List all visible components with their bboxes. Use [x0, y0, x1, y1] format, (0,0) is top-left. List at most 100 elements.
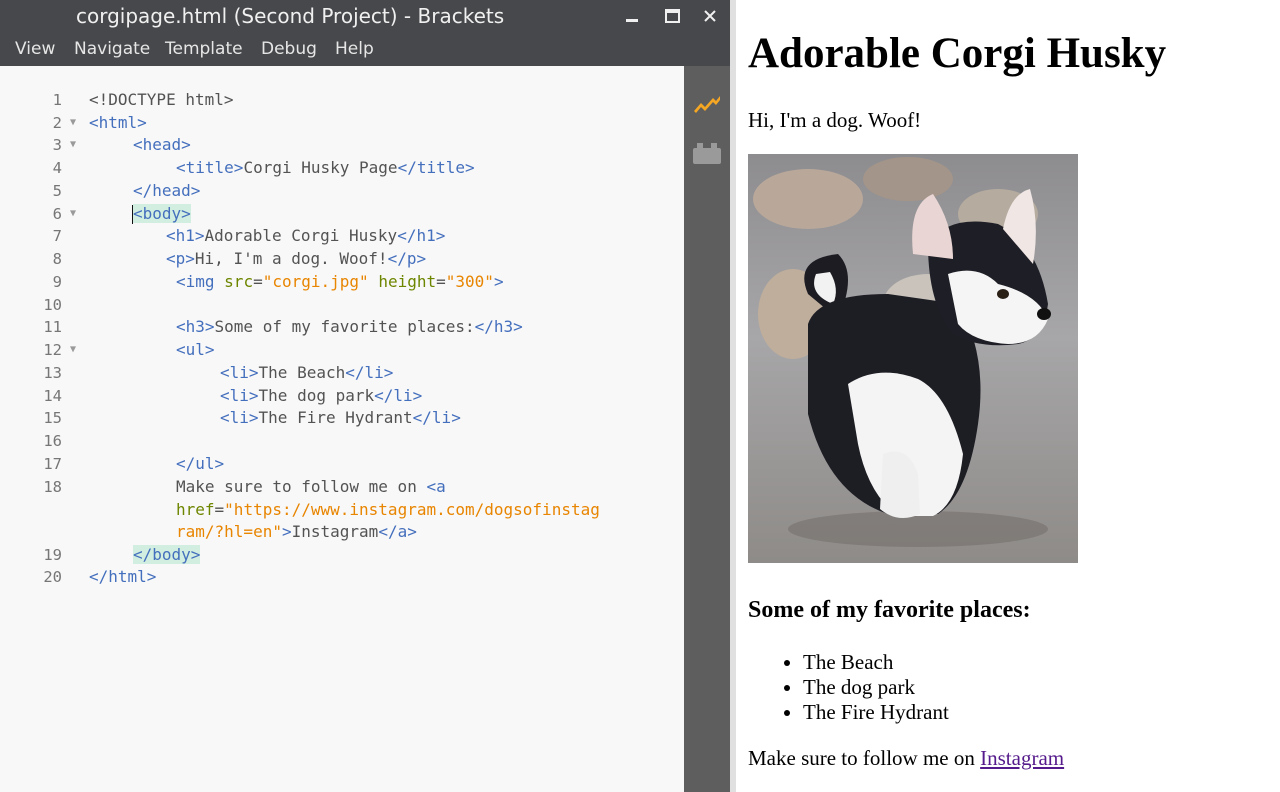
minimize-icon [626, 19, 638, 22]
code-text: Some of my favorite places: [214, 317, 475, 336]
doctype: <!DOCTYPE html> [89, 90, 234, 109]
code-tag: </h3> [474, 317, 523, 336]
close-button[interactable] [698, 4, 722, 28]
code-tag: </li> [412, 408, 461, 427]
line-number: 12 [43, 341, 62, 359]
line-number: 2 [52, 114, 62, 132]
line-number: 6 [52, 205, 62, 223]
line-number: 11 [43, 318, 62, 336]
menu-bar: View Navigate Template Debug Help [0, 32, 735, 66]
right-toolbar [684, 66, 730, 792]
maximize-icon [664, 9, 680, 23]
code-tag: </a> [378, 522, 417, 541]
code-attribute: src [224, 272, 254, 291]
fold-triangle-icon[interactable]: ▼ [70, 112, 76, 134]
code-string: ram/?hl=en" [176, 522, 282, 541]
code-line: <title>Corgi Husky Page</title> [176, 157, 475, 179]
line-number: 1 [52, 91, 62, 109]
list-item: The Fire Hydrant [803, 700, 949, 725]
line-number: 9 [52, 273, 62, 291]
code-tag: </li> [345, 363, 394, 382]
code-line: <li>The dog park</li> [220, 385, 422, 407]
code-tag: </li> [374, 386, 423, 405]
code-line: <h1>Adorable Corgi Husky</h1> [166, 225, 445, 247]
code-tag: </h1> [397, 226, 446, 245]
maximize-button[interactable] [660, 4, 684, 28]
code-string: "corgi.jpg" [262, 272, 369, 291]
code-tag: > [493, 272, 504, 291]
code-line: <head> [133, 134, 191, 156]
code-line: <html> [89, 112, 147, 134]
code-tag: <head> [133, 135, 191, 154]
line-number: 13 [43, 364, 62, 382]
code-tag: </title> [397, 158, 475, 177]
instagram-link[interactable]: Instagram [980, 746, 1064, 770]
fold-triangle-icon[interactable]: ▼ [70, 203, 76, 225]
matched-tag-highlight: <body> [133, 204, 191, 223]
code-tag: <img [176, 272, 215, 291]
code-equals: = [436, 272, 446, 291]
line-number: 7 [52, 227, 62, 245]
code-equals: = [214, 500, 225, 519]
editor-window: corgipage.html (Second Project) - Bracke… [0, 0, 736, 792]
line-number: 19 [43, 546, 62, 564]
line-number: 8 [52, 250, 62, 268]
list-item: The dog park [803, 675, 949, 700]
fold-triangle-icon[interactable]: ▼ [70, 339, 76, 361]
code-tag: <a [426, 477, 446, 496]
minimize-button[interactable] [620, 4, 644, 28]
code-tag: <h1> [166, 226, 205, 245]
code-line: </html> [89, 566, 156, 588]
code-text: Corgi Husky Page [243, 158, 398, 177]
menu-help[interactable]: Help [335, 39, 374, 59]
code-line: <img src="corgi.jpg" height="300"> [176, 271, 504, 293]
code-tag: <li> [220, 363, 259, 382]
line-number: 17 [43, 455, 62, 473]
line-number: 5 [52, 182, 62, 200]
code-line: <li>The Fire Hydrant</li> [220, 407, 461, 429]
browser-preview: Adorable Corgi Husky Hi, I'm a dog. Woof… [736, 0, 1280, 792]
code-text: Adorable Corgi Husky [204, 226, 398, 245]
menu-debug[interactable]: Debug [261, 39, 317, 59]
code-line: <!DOCTYPE html> [89, 89, 234, 111]
code-tag: </html> [89, 567, 157, 586]
code-attribute: href [176, 500, 215, 519]
title-bar: corgipage.html (Second Project) - Bracke… [0, 0, 735, 32]
close-icon [704, 10, 716, 22]
code-text: Hi, I'm a dog. Woof! [194, 249, 388, 268]
page-heading: Adorable Corgi Husky [748, 30, 1167, 77]
code-line: </ul> [176, 453, 224, 475]
code-tag: </head> [133, 181, 201, 200]
code-equals: = [253, 272, 263, 291]
window-title: corgipage.html (Second Project) - Bracke… [76, 4, 505, 28]
fold-triangle-icon[interactable]: ▼ [70, 134, 76, 156]
code-line: </body> [133, 544, 201, 566]
code-tag: <li> [220, 386, 259, 405]
menu-navigate[interactable]: Navigate [74, 39, 150, 59]
matched-tag-highlight: </body> [133, 545, 201, 564]
code-line: <p>Hi, I'm a dog. Woof!</p> [166, 248, 426, 270]
menu-view[interactable]: View [15, 39, 55, 59]
line-number: 10 [43, 296, 62, 314]
list-item: The Beach [803, 650, 949, 675]
code-tag: <li> [220, 408, 259, 427]
code-editor[interactable]: 1 2 3 4 5 6 7 8 9 10 11 12 13 14 15 16 1… [0, 66, 684, 792]
text-cursor [132, 205, 133, 224]
line-number: 4 [52, 159, 62, 177]
code-text: The dog park [258, 386, 375, 405]
code-line: <h3>Some of my favorite places:</h3> [176, 316, 523, 338]
code-text: The Fire Hydrant [258, 408, 413, 427]
code-line-wrapped: ram/?hl=en">Instagram</a> [176, 521, 417, 543]
live-preview-icon[interactable] [692, 92, 722, 116]
line-number: 20 [43, 568, 62, 586]
code-tag: > [281, 522, 292, 541]
line-number: 18 [43, 478, 62, 496]
code-line: <body> [133, 203, 191, 225]
code-tag: <title> [176, 158, 244, 177]
code-tag: <ul> [176, 340, 215, 359]
line-number: 15 [43, 409, 62, 427]
code-tag: <p> [166, 249, 195, 268]
extension-manager-icon[interactable] [692, 142, 722, 166]
line-number: 14 [43, 387, 62, 405]
menu-template[interactable]: Template [165, 39, 243, 59]
